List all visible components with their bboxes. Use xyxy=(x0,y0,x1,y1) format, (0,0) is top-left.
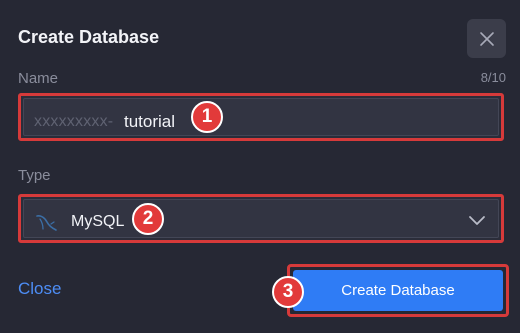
create-button-highlight: Create Database xyxy=(287,264,509,317)
type-select-highlight: MySQL xyxy=(18,194,504,243)
name-char-counter: 8/10 xyxy=(480,70,506,85)
close-link[interactable]: Close xyxy=(18,279,61,299)
step-badge-2: 2 xyxy=(132,203,164,235)
step-badge-1: 1 xyxy=(191,101,223,133)
name-label: Name xyxy=(18,70,59,87)
type-select-value: MySQL xyxy=(71,213,125,230)
type-select[interactable]: MySQL xyxy=(23,199,499,238)
name-prefix-text: xxxxxxxxx- xyxy=(34,113,114,130)
step-badge-3: 3 xyxy=(272,276,304,308)
close-icon xyxy=(479,31,494,46)
name-input-highlight: xxxxxxxxx- tutorial xyxy=(18,93,504,141)
dialog-title: Create Database xyxy=(18,27,160,47)
mysql-dolphin-icon xyxy=(36,215,57,231)
chevron-down-icon xyxy=(469,216,485,225)
name-input[interactable]: xxxxxxxxx- tutorial xyxy=(23,98,499,136)
type-label: Type xyxy=(18,167,51,184)
name-input-value: tutorial xyxy=(124,112,176,131)
create-database-button[interactable]: Create Database xyxy=(293,270,503,311)
create-database-dialog: Create Database Name 8/10 xxxxxxxxx- tut… xyxy=(0,0,520,333)
close-dialog-button[interactable] xyxy=(467,19,506,58)
